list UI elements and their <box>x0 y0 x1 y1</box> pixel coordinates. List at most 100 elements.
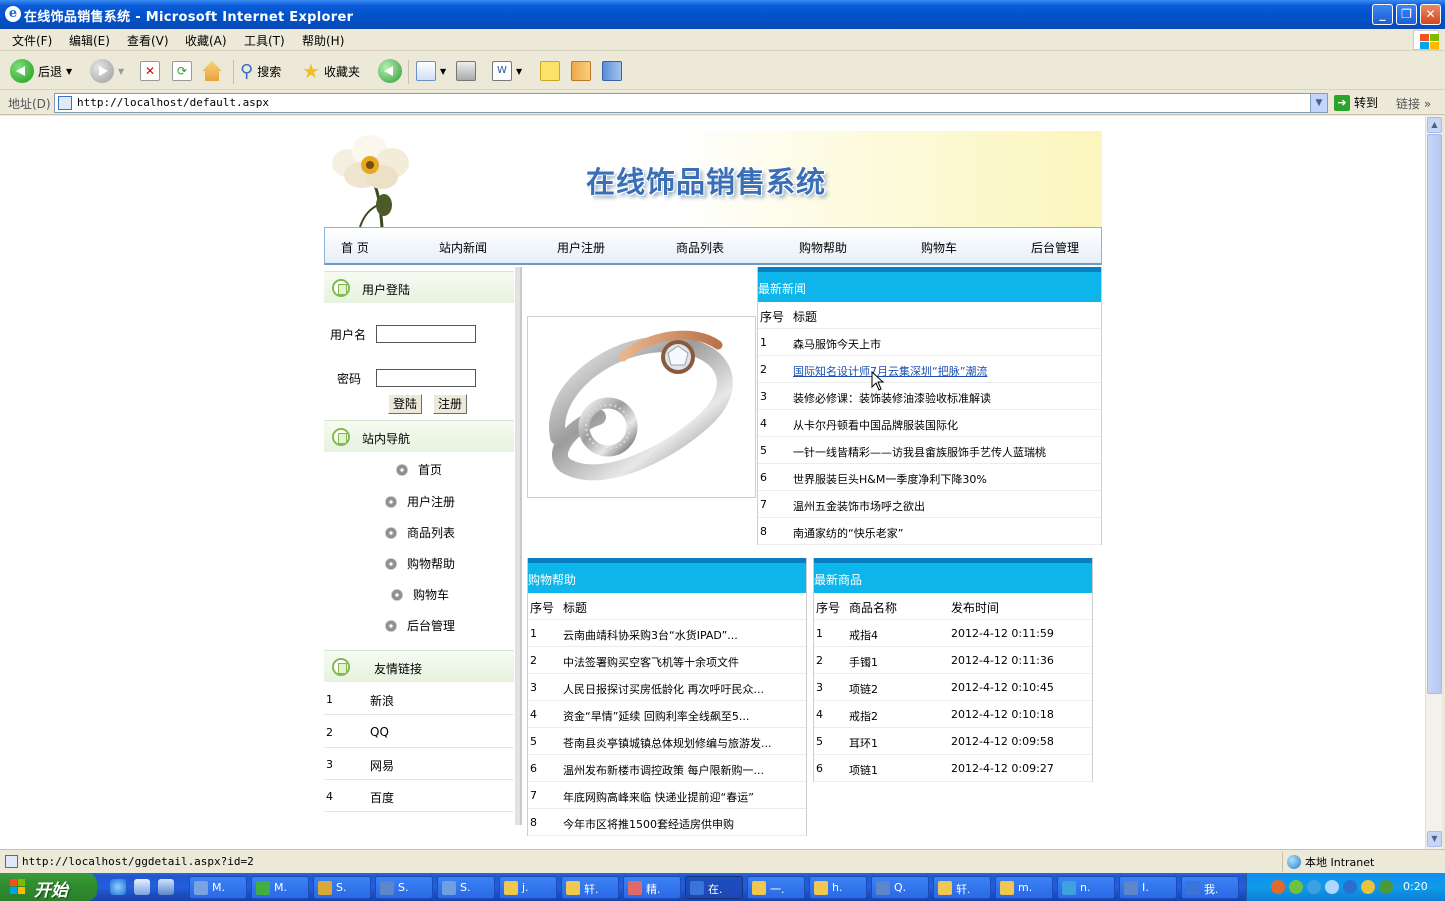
table-row[interactable]: 1 戒指4 2012-4-12 0:11:59 <box>814 620 1092 647</box>
taskbar-window-button[interactable]: 我. <box>1181 876 1239 899</box>
research-button[interactable] <box>571 58 591 84</box>
product-image[interactable] <box>527 316 756 498</box>
table-row[interactable]: 2 中法签署购买空客飞机等十余项文件 <box>528 647 806 674</box>
taskbar-window-button[interactable]: 精. <box>623 876 681 899</box>
tray-app-icon[interactable] <box>1289 880 1303 894</box>
menu-view[interactable]: 查看(V) <box>127 32 169 49</box>
vertical-scrollbar[interactable]: ▲ ▼ <box>1425 116 1442 849</box>
side-nav-cart[interactable]: 购物车 <box>391 586 449 603</box>
friend-link-row[interactable]: 3 网易 <box>324 748 514 780</box>
links-button[interactable]: 链接 » <box>1396 95 1431 112</box>
mail-button[interactable]: ▼ <box>416 58 446 84</box>
media-quicklaunch-icon[interactable] <box>158 879 174 895</box>
password-input[interactable] <box>376 369 476 387</box>
close-button[interactable]: ✕ <box>1420 4 1441 25</box>
nav-home[interactable]: 首 页 <box>341 239 369 256</box>
minimize-button[interactable]: _ <box>1372 4 1393 25</box>
discuss-button[interactable] <box>540 58 560 84</box>
messenger-button[interactable] <box>602 58 622 84</box>
taskbar-window-button[interactable]: 在. <box>685 876 743 899</box>
table-row[interactable]: 7 温州五金装饰市场呼之欲出 <box>758 491 1101 518</box>
go-button[interactable]: ➜ 转到 <box>1334 94 1378 111</box>
taskbar-window-button[interactable]: m. <box>995 876 1053 899</box>
table-row[interactable]: 8 今年市区将推1500套经适房供申购 <box>528 809 806 836</box>
address-dropdown[interactable]: ▼ <box>1310 94 1327 112</box>
table-row[interactable]: 4 戒指2 2012-4-12 0:10:18 <box>814 701 1092 728</box>
taskbar-window-button[interactable]: n. <box>1057 876 1115 899</box>
tray-app-icon[interactable] <box>1307 880 1321 894</box>
taskbar-window-button[interactable]: 轩. <box>933 876 991 899</box>
nav-help[interactable]: 购物帮助 <box>799 239 847 256</box>
taskbar-window-button[interactable]: S. <box>375 876 433 899</box>
nav-cart[interactable]: 购物车 <box>921 239 957 256</box>
table-row[interactable]: 5 耳环1 2012-4-12 0:09:58 <box>814 728 1092 755</box>
taskbar-window-button[interactable]: M. <box>251 876 309 899</box>
taskbar-window-button[interactable]: Q. <box>871 876 929 899</box>
taskbar-window-button[interactable]: j. <box>499 876 557 899</box>
forward-button[interactable]: ▼ <box>90 58 124 84</box>
ie-quicklaunch-icon[interactable] <box>110 879 126 895</box>
nav-news[interactable]: 站内新闻 <box>439 239 487 256</box>
table-row[interactable]: 6 项链1 2012-4-12 0:09:27 <box>814 755 1092 782</box>
table-row[interactable]: 1 云南曲靖科协采购3台“水货IPAD”... <box>528 620 806 647</box>
table-row[interactable]: 4 资金“旱情”延续 回购利率全线飙至5... <box>528 701 806 728</box>
taskbar-window-button[interactable]: M. <box>189 876 247 899</box>
menu-tools[interactable]: 工具(T) <box>244 32 285 49</box>
search-button[interactable]: ⚲ 搜索 <box>240 58 281 84</box>
side-nav-products[interactable]: 商品列表 <box>385 524 455 541</box>
taskbar-window-button[interactable]: 轩. <box>561 876 619 899</box>
taskbar-window-button[interactable]: S. <box>313 876 371 899</box>
table-row[interactable]: 3 项链2 2012-4-12 0:10:45 <box>814 674 1092 701</box>
nav-register[interactable]: 用户注册 <box>557 239 605 256</box>
nav-products[interactable]: 商品列表 <box>676 239 724 256</box>
home-button[interactable] <box>202 58 222 84</box>
table-row[interactable]: 4 从卡尔丹顿看中国品牌服装国际化 <box>758 410 1101 437</box>
back-button[interactable]: 后退 ▼ <box>10 58 72 84</box>
table-row[interactable]: 1 森马服饰今天上市 <box>758 329 1101 356</box>
side-nav-register[interactable]: 用户注册 <box>385 493 455 510</box>
menu-edit[interactable]: 编辑(E) <box>69 32 110 49</box>
refresh-button[interactable]: ⟳ <box>172 58 192 84</box>
table-row[interactable]: 5 一针一线皆精彩——访我县畲族服饰手艺传人蓝瑞桃 <box>758 437 1101 464</box>
tray-app-icon[interactable] <box>1271 880 1285 894</box>
nav-admin[interactable]: 后台管理 <box>1031 239 1079 256</box>
table-row[interactable]: 5 苍南县炎亭镇城镇总体规划修编与旅游发... <box>528 728 806 755</box>
side-nav-admin[interactable]: 后台管理 <box>385 617 455 634</box>
tray-app-icon[interactable] <box>1379 880 1393 894</box>
table-cell-title[interactable]: 国际知名设计师7月云集深圳“把脉”潮流 <box>793 363 987 379</box>
tray-app-icon[interactable] <box>1325 880 1339 894</box>
history-button[interactable] <box>378 58 402 84</box>
friend-link-row[interactable]: 4 百度 <box>324 780 514 812</box>
stop-button[interactable]: ✕ <box>140 58 160 84</box>
menu-help[interactable]: 帮助(H) <box>302 32 344 49</box>
friend-link-row[interactable]: 1 新浪 <box>324 683 514 715</box>
table-row[interactable]: 6 温州发布新楼市调控政策 每户限新购一... <box>528 755 806 782</box>
favorites-button[interactable]: ★ 收藏夹 <box>302 58 360 84</box>
scroll-up-button[interactable]: ▲ <box>1427 117 1442 133</box>
menu-file[interactable]: 文件(F) <box>12 32 52 49</box>
side-nav-help[interactable]: 购物帮助 <box>385 555 455 572</box>
friend-link-row[interactable]: 2 QQ <box>324 716 514 748</box>
side-nav-home[interactable]: 首页 <box>396 461 442 478</box>
tray-app-icon[interactable] <box>1343 880 1357 894</box>
table-row[interactable]: 3 人民日报探讨买房低龄化 再次呼吁民众... <box>528 674 806 701</box>
login-button[interactable]: 登陆 <box>388 394 422 414</box>
taskbar-window-button[interactable]: S. <box>437 876 495 899</box>
menu-favorites[interactable]: 收藏(A) <box>185 32 227 49</box>
desktop-quicklaunch-icon[interactable] <box>134 879 150 895</box>
table-row[interactable]: 3 装修必修课：装饰装修油漆验收标准解读 <box>758 383 1101 410</box>
print-button[interactable] <box>456 58 476 84</box>
edit-button[interactable]: W ▼ <box>492 58 522 84</box>
scroll-down-button[interactable]: ▼ <box>1427 831 1442 847</box>
scroll-thumb[interactable] <box>1427 134 1442 694</box>
table-row[interactable]: 2 国际知名设计师7月云集深圳“把脉”潮流 <box>758 356 1101 383</box>
start-button[interactable]: 开始 <box>0 873 97 901</box>
taskbar-window-button[interactable]: 一. <box>747 876 805 899</box>
qq-icon[interactable] <box>1361 880 1375 894</box>
table-row[interactable]: 7 年底网购高峰来临 快递业提前迎“春运” <box>528 782 806 809</box>
address-input[interactable]: http://localhost/default.aspx ▼ <box>54 93 1328 113</box>
table-row[interactable]: 6 世界服装巨头H&M一季度净利下降30% <box>758 464 1101 491</box>
username-input[interactable] <box>376 325 476 343</box>
taskbar-window-button[interactable]: I. <box>1119 876 1177 899</box>
register-button[interactable]: 注册 <box>433 394 467 414</box>
